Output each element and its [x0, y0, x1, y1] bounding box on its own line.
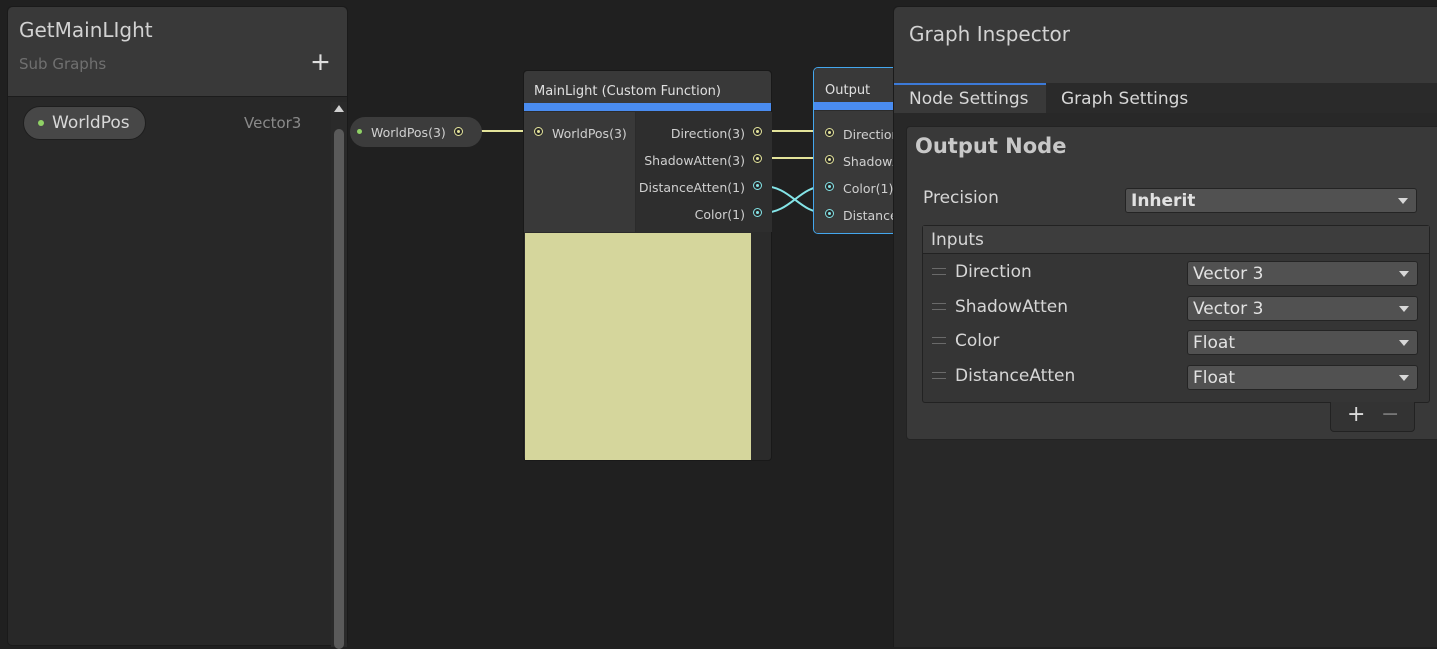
output-port-icon[interactable] [753, 181, 762, 190]
inspector-title: Graph Inspector [909, 22, 1070, 46]
list-item[interactable]: Direction Vector 3 [923, 254, 1429, 288]
chevron-down-icon [1398, 198, 1408, 204]
tab-label: Node Settings [909, 89, 1029, 109]
drag-handle-icon[interactable] [932, 372, 946, 379]
input-port-icon[interactable] [825, 182, 834, 191]
list-add-remove-footer: + − [1330, 402, 1415, 432]
node-outputs: Direction(3) ShadowAtten(3) DistanceAtte… [636, 112, 772, 232]
output-port-icon[interactable] [454, 127, 463, 136]
section-title: Output Node [915, 134, 1067, 158]
chevron-down-icon [1399, 375, 1409, 381]
inspector-header: Graph Inspector [894, 7, 1437, 83]
property-node-label: WorldPos(3) [371, 125, 446, 140]
chevron-down-icon [1399, 271, 1409, 277]
input-name: Color [955, 331, 1000, 351]
node-header-bar [524, 103, 771, 111]
tab-node-settings[interactable]: Node Settings [894, 83, 1046, 113]
input-port-label: WorldPos(3) [552, 126, 627, 141]
drag-handle-icon[interactable] [932, 303, 946, 310]
inspector-tabs: Node Settings Graph Settings [894, 83, 1437, 113]
input-port-icon[interactable] [825, 128, 834, 137]
output-port-label: ShadowAtten(3) [644, 153, 745, 168]
input-type-dropdown[interactable]: Float [1187, 330, 1418, 355]
chevron-down-icon [1399, 306, 1409, 312]
inputs-list-header: Inputs [923, 226, 1429, 254]
output-port-icon[interactable] [753, 127, 762, 136]
node-title: MainLight (Custom Function) [534, 84, 721, 99]
drag-handle-icon[interactable] [932, 337, 946, 344]
input-type-value: Float [1193, 368, 1235, 388]
drag-handle-icon[interactable] [932, 268, 946, 275]
input-name: Direction [955, 262, 1032, 282]
input-type-dropdown[interactable]: Float [1187, 365, 1418, 390]
tab-graph-settings[interactable]: Graph Settings [1046, 83, 1206, 113]
output-port-label: DistanceAtten(1) [638, 180, 745, 195]
inputs-list: Inputs Direction Vector 3 ShadowAtten Ve… [922, 225, 1430, 403]
custom-function-node[interactable]: MainLight (Custom Function) WorldPos(3) … [523, 70, 772, 461]
input-port-label: Color(1) [843, 181, 894, 196]
input-type-value: Float [1193, 333, 1235, 353]
list-item[interactable]: ShadowAtten Vector 3 [923, 289, 1429, 323]
chevron-down-icon [1399, 340, 1409, 346]
node-preview [525, 233, 751, 460]
inputs-header-label: Inputs [931, 230, 984, 250]
input-type-value: Vector 3 [1193, 264, 1264, 284]
input-port-icon[interactable] [534, 127, 543, 136]
node-inputs: WorldPos(3) [524, 112, 635, 232]
tab-label: Graph Settings [1061, 89, 1189, 109]
input-port-icon[interactable] [825, 155, 834, 164]
input-name: DistanceAtten [955, 366, 1076, 386]
remove-input-button[interactable]: − [1381, 402, 1399, 427]
output-port-icon[interactable] [753, 208, 762, 217]
input-name: ShadowAtten [955, 297, 1068, 317]
output-port-label: Direction(3) [670, 126, 745, 141]
property-type-dot-icon [357, 129, 362, 134]
list-item[interactable]: Color Float [923, 323, 1429, 357]
precision-value: Inherit [1131, 191, 1196, 211]
precision-label: Precision [923, 188, 999, 208]
list-item[interactable]: DistanceAtten Float [923, 358, 1429, 392]
output-node-settings: Output Node Precision Inherit Inputs Dir… [906, 126, 1437, 440]
input-type-dropdown[interactable]: Vector 3 [1187, 296, 1418, 321]
output-port-label: Color(1) [694, 207, 745, 222]
precision-dropdown[interactable]: Inherit [1125, 188, 1417, 213]
input-type-dropdown[interactable]: Vector 3 [1187, 261, 1418, 286]
node-header[interactable]: MainLight (Custom Function) [524, 71, 771, 103]
input-type-value: Vector 3 [1193, 299, 1264, 319]
graph-inspector: Graph Inspector Node Settings Graph Sett… [893, 6, 1437, 647]
property-node-worldpos[interactable]: WorldPos(3) [350, 117, 482, 147]
add-input-button[interactable]: + [1347, 402, 1365, 427]
node-title: Output [825, 83, 871, 98]
output-port-icon[interactable] [753, 154, 762, 163]
input-port-icon[interactable] [825, 209, 834, 218]
